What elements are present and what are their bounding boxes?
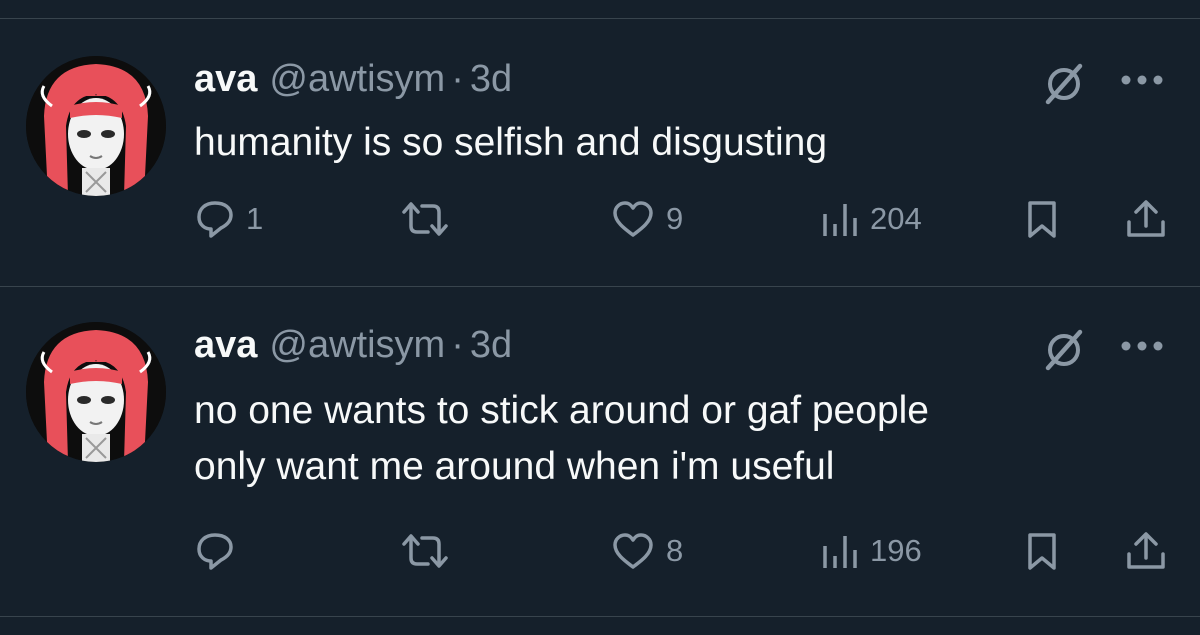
tweet[interactable]: ava @awtisym · 3d humanity is so selfish…	[0, 56, 1200, 286]
view-count: 196	[870, 533, 922, 568]
reply-button[interactable]: 1	[194, 194, 263, 244]
share-icon	[1127, 200, 1165, 237]
more-icon[interactable]	[1116, 326, 1168, 366]
avatar[interactable]	[26, 322, 166, 462]
retweet-button[interactable]	[400, 194, 460, 244]
author-name[interactable]: ava	[194, 56, 257, 102]
like-count: 8	[666, 533, 684, 568]
like-button[interactable]: 9	[610, 194, 683, 244]
tweet-text: humanity is so selfish and disgusting	[194, 115, 1154, 171]
views-button[interactable]: 196	[820, 526, 922, 576]
author-handle[interactable]: @awtisym	[269, 56, 445, 102]
tweet-header: ava @awtisym · 3d	[194, 322, 512, 368]
tweet-text: no one wants to stick around or gaf peop…	[194, 383, 1154, 495]
share-icon	[1127, 532, 1165, 569]
retweet-icon	[402, 202, 448, 236]
heart-icon	[613, 533, 653, 569]
tweet-text-line: only want me around when i'm useful	[194, 445, 835, 488]
reply-icon	[197, 533, 233, 570]
views-icon	[823, 536, 857, 568]
share-button[interactable]	[1124, 194, 1168, 244]
bookmark-button[interactable]	[1024, 194, 1060, 244]
tweet-actions: 8 196	[0, 526, 1200, 576]
tweet-header: ava @awtisym · 3d	[194, 56, 512, 102]
views-icon	[823, 204, 857, 236]
author-handle[interactable]: @awtisym	[269, 322, 445, 368]
separator-dot: ·	[451, 324, 464, 366]
tweet-text-line: humanity is so selfish and disgusting	[194, 121, 828, 164]
bookmark-icon	[1028, 533, 1056, 570]
bottom-divider	[0, 616, 1200, 617]
top-divider	[0, 18, 1200, 19]
avatar[interactable]	[26, 56, 166, 196]
tweet[interactable]: ava @awtisym · 3d no one wants to stick …	[0, 322, 1200, 592]
author-name[interactable]: ava	[194, 322, 257, 368]
timestamp[interactable]: 3d	[470, 322, 512, 368]
bookmark-icon	[1028, 201, 1056, 238]
share-button[interactable]	[1124, 526, 1168, 576]
like-button[interactable]: 8	[610, 526, 683, 576]
retweet-icon	[402, 534, 448, 568]
tweet-text-line: no one wants to stick around or gaf peop…	[194, 389, 929, 432]
separator-dot: ·	[451, 58, 464, 100]
more-icon[interactable]	[1116, 60, 1168, 100]
heart-icon	[613, 201, 653, 237]
timestamp[interactable]: 3d	[470, 56, 512, 102]
grok-icon[interactable]	[1042, 328, 1086, 372]
reply-count: 1	[246, 201, 264, 236]
tweet-actions: 1 9 204	[0, 194, 1200, 244]
reply-button[interactable]	[194, 526, 246, 576]
like-count: 9	[666, 201, 684, 236]
retweet-button[interactable]	[400, 526, 460, 576]
tweet-divider	[0, 286, 1200, 287]
reply-icon	[197, 201, 233, 238]
bookmark-button[interactable]	[1024, 526, 1060, 576]
view-count: 204	[870, 201, 922, 236]
grok-icon[interactable]	[1042, 62, 1086, 106]
views-button[interactable]: 204	[820, 194, 922, 244]
